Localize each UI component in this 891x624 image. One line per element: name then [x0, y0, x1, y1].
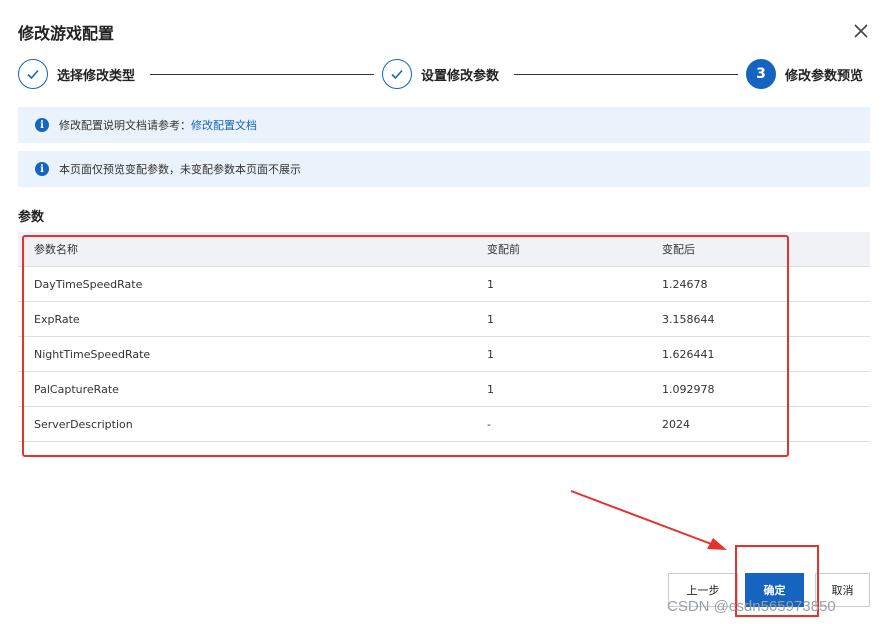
notice-doc: i 修改配置说明文档请参考： 修改配置文档 — [18, 107, 870, 143]
table-row: ExpRate 1 3.158644 — [18, 301, 870, 337]
param-name: PalCaptureRate — [18, 371, 471, 407]
notice-text: 本页面仅预览变配参数，未变配参数本页面不展示 — [59, 163, 301, 176]
param-name: NightTimeSpeedRate — [18, 336, 471, 372]
section-title: 参数 — [18, 210, 45, 225]
param-after: 1.092978 — [646, 371, 870, 407]
step-label: 修改参数预览 — [785, 68, 864, 84]
table-row: NightTimeSpeedRate 1 1.626441 — [18, 336, 870, 372]
info-icon: i — [35, 162, 49, 176]
notice-text: 修改配置说明文档请参考： — [59, 119, 191, 132]
column-header: 变配前 — [471, 232, 646, 267]
step-label: 设置修改参数 — [421, 68, 500, 84]
step-number: 3 — [746, 59, 776, 89]
param-after: 1.24678 — [646, 266, 870, 302]
watermark: CSDN @csdn565973850 — [667, 598, 836, 615]
dialog-title: 修改游戏配置 — [18, 24, 115, 43]
step-connector — [150, 74, 374, 75]
info-icon: i — [35, 118, 49, 132]
param-after: 1.626441 — [646, 336, 870, 372]
param-name: DayTimeSpeedRate — [18, 266, 471, 302]
step-label: 选择修改类型 — [57, 68, 136, 84]
param-before: 1 — [471, 371, 646, 407]
params-table: 参数名称 变配前 变配后 DayTimeSpeedRate 1 1.24678 … — [18, 232, 870, 442]
param-before: 1 — [471, 336, 646, 372]
param-after: 2024 — [646, 406, 870, 442]
param-before: - — [471, 406, 646, 442]
param-name: ServerDescription — [18, 406, 471, 442]
column-header: 参数名称 — [18, 232, 471, 267]
doc-link[interactable]: 修改配置文档 — [191, 117, 257, 133]
table-header: 参数名称 变配前 变配后 — [18, 232, 870, 267]
table-row: PalCaptureRate 1 1.092978 — [18, 371, 870, 407]
column-header: 变配后 — [646, 232, 870, 267]
param-name: ExpRate — [18, 301, 471, 337]
table-row: ServerDescription - 2024 — [18, 406, 870, 442]
steps-bar: 选择修改类型 设置修改参数 3 修改参数预览 — [18, 57, 870, 93]
param-before: 1 — [471, 301, 646, 337]
check-icon — [18, 59, 48, 89]
step-connector — [514, 74, 738, 75]
table-row: DayTimeSpeedRate 1 1.24678 — [18, 266, 870, 302]
param-after: 3.158644 — [646, 301, 870, 337]
param-before: 1 — [471, 266, 646, 302]
step-2: 设置修改参数 — [382, 57, 499, 91]
close-icon[interactable] — [850, 20, 872, 42]
notice-preview: i 本页面仅预览变配参数，未变配参数本页面不展示 — [18, 151, 870, 187]
step-3: 3 修改参数预览 — [746, 57, 863, 91]
check-icon — [382, 59, 412, 89]
step-1: 选择修改类型 — [18, 57, 135, 91]
